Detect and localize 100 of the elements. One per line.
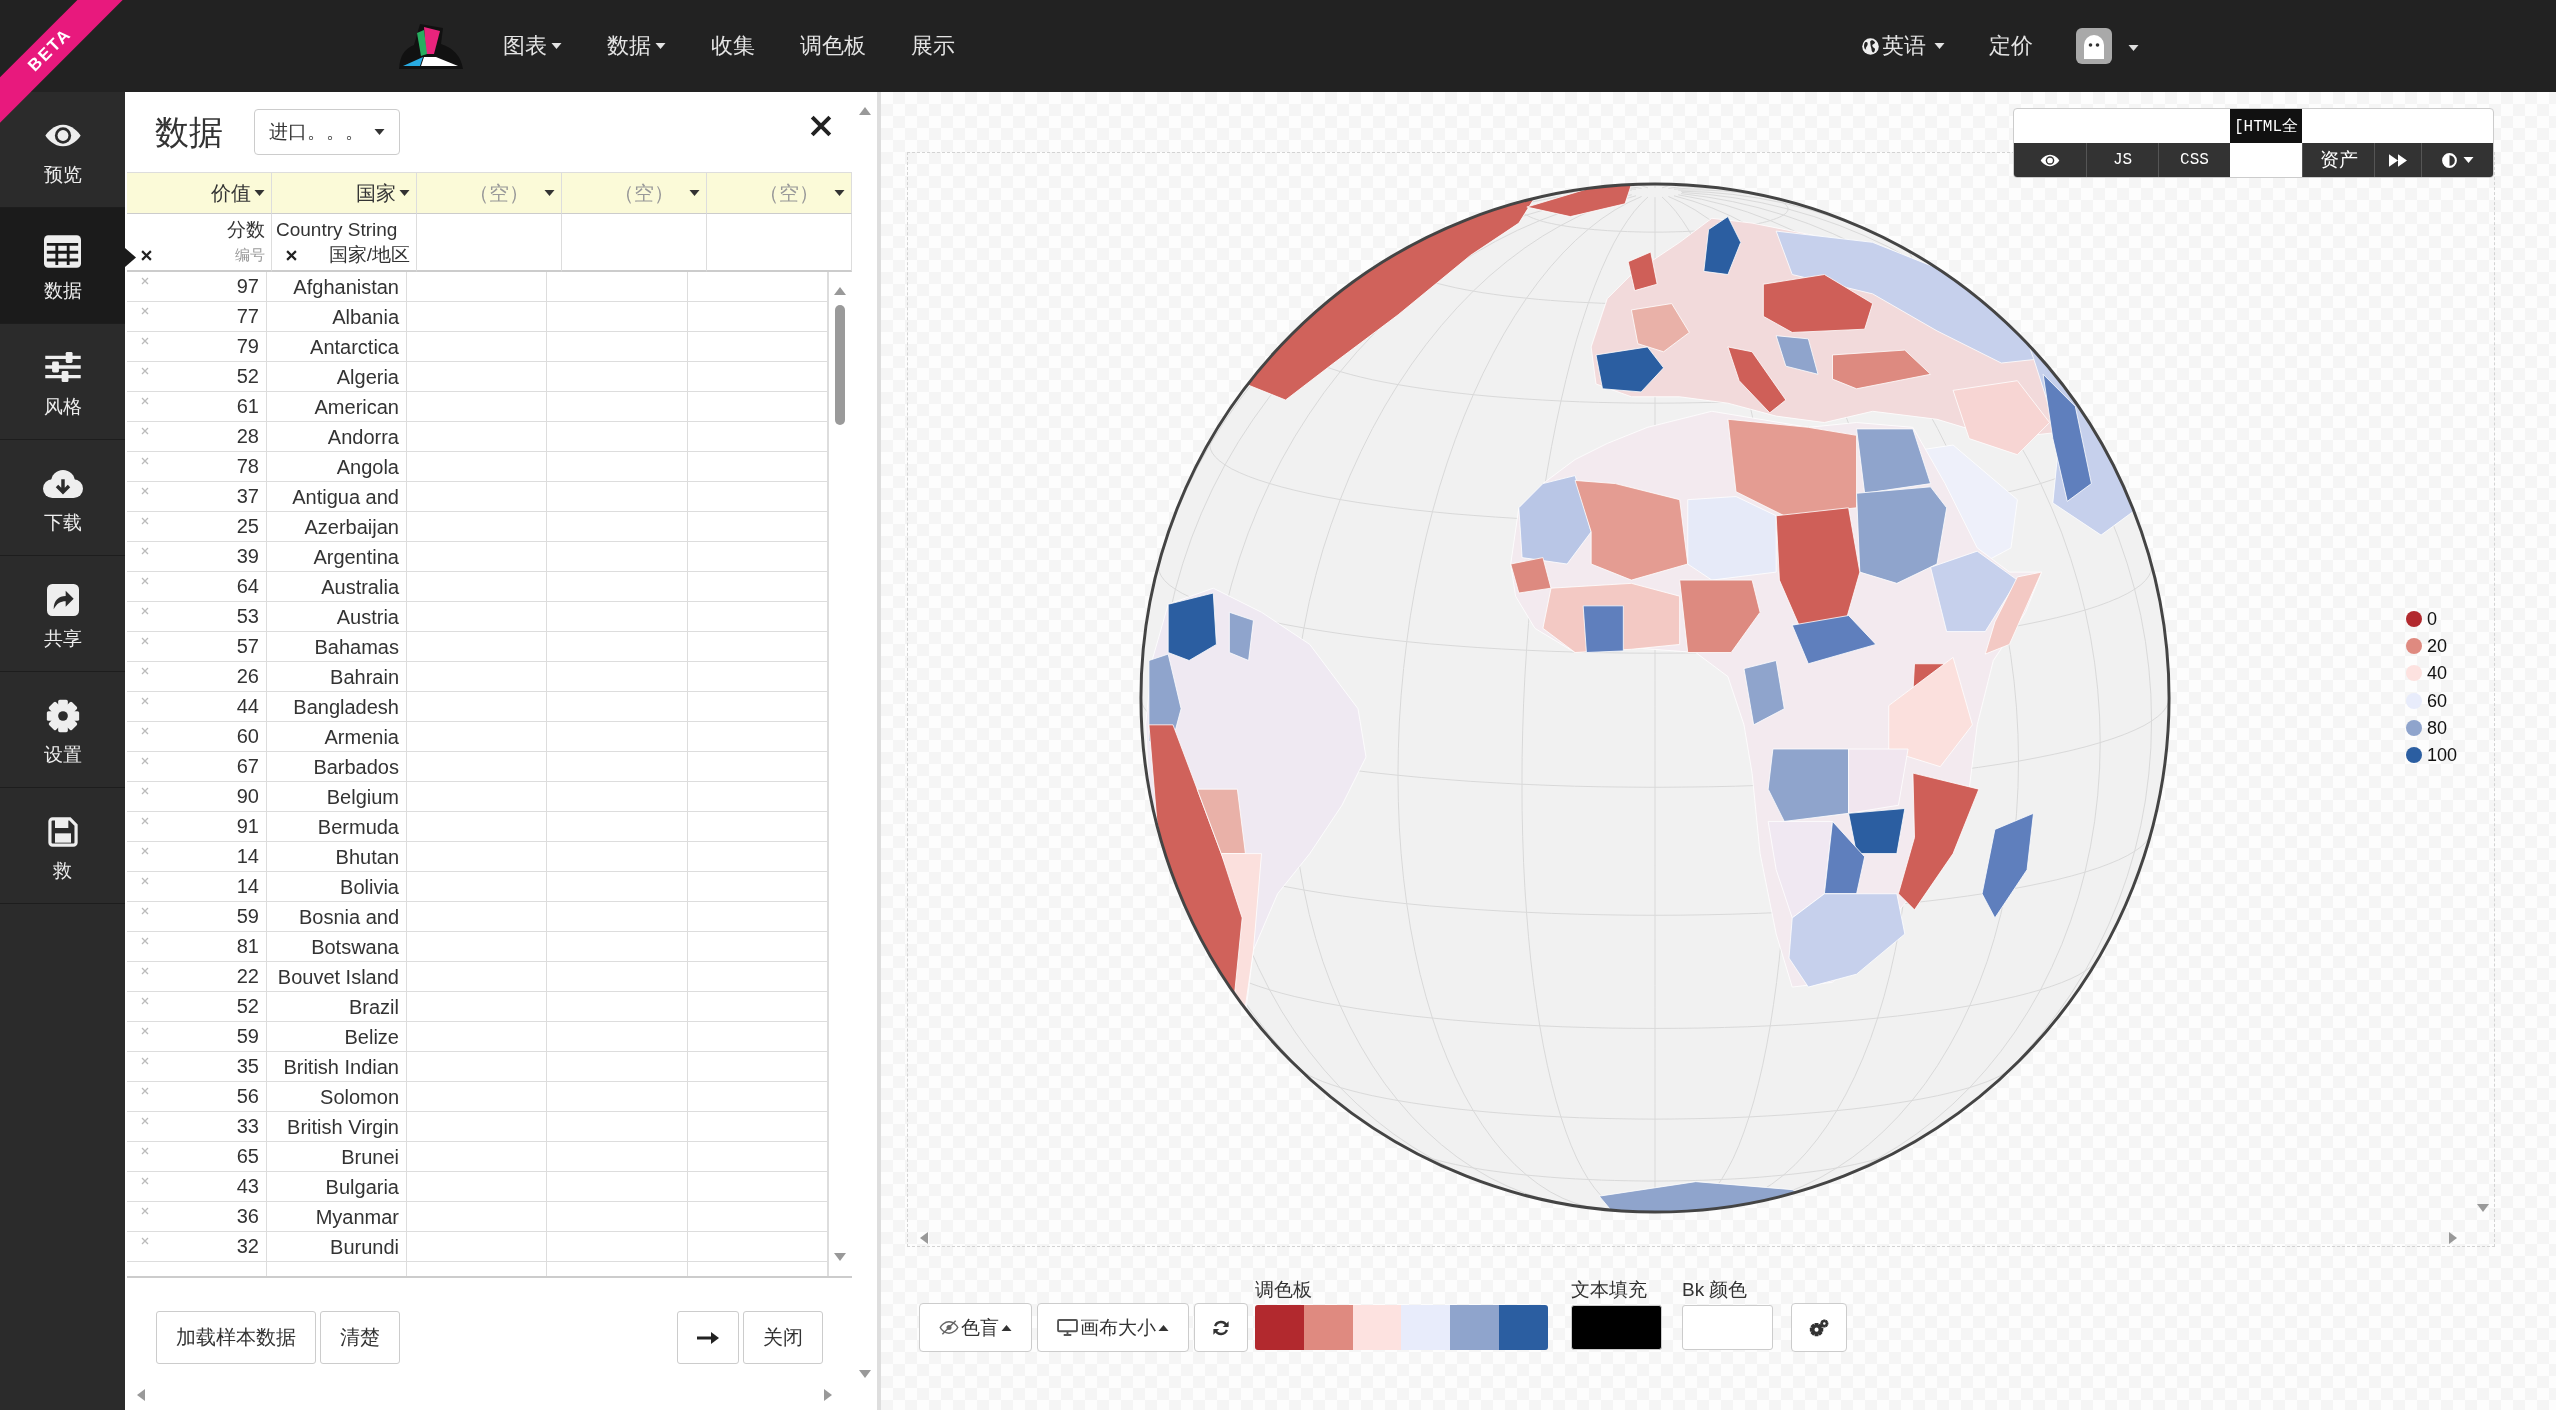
delete-row-icon[interactable] xyxy=(141,457,149,465)
delete-row-icon[interactable] xyxy=(141,607,149,615)
legend-label: 80 xyxy=(2427,717,2448,738)
delete-row-icon[interactable] xyxy=(141,727,149,735)
language-menu[interactable]: 英语 xyxy=(1862,31,1945,61)
delete-row-icon[interactable] xyxy=(141,967,149,975)
nav-menu-item[interactable]: 数据 xyxy=(607,31,666,61)
delete-row-icon[interactable] xyxy=(141,697,149,705)
cogs-icon xyxy=(1809,1318,1829,1337)
toolbar-button[interactable]: JS xyxy=(2086,143,2158,177)
toolbar-button[interactable] xyxy=(2374,143,2421,177)
table-cell-text: 77 xyxy=(235,304,260,329)
toolbar-button[interactable] xyxy=(2014,143,2086,177)
table-cell: Belize xyxy=(267,1022,407,1051)
delete-row-icon[interactable] xyxy=(141,1177,149,1185)
delete-row-icon[interactable] xyxy=(141,307,149,315)
scroll-up-icon[interactable] xyxy=(858,107,871,115)
delete-row-icon[interactable] xyxy=(141,1087,149,1095)
table-cell: Bolivia xyxy=(267,872,407,901)
nav-menu-item[interactable]: 图表 xyxy=(503,31,562,61)
scrollbar-thumb[interactable] xyxy=(835,305,845,425)
delete-row-icon[interactable] xyxy=(141,337,149,345)
scroll-down-icon[interactable] xyxy=(834,1253,846,1261)
table-cell-text: 28 xyxy=(235,424,260,449)
caret-icon xyxy=(1158,1324,1169,1331)
table-cell-text: 33 xyxy=(235,1114,260,1139)
delete-row-icon[interactable] xyxy=(141,547,149,555)
table-cell-text: 79 xyxy=(235,334,260,359)
delete-row-icon[interactable] xyxy=(141,577,149,585)
palette-swatch-icon[interactable] xyxy=(1352,1305,1402,1350)
caret-icon xyxy=(834,190,845,196)
nav-menu-item[interactable]: 收集 xyxy=(711,31,755,61)
colorblind-button[interactable]: 色盲 xyxy=(919,1303,1032,1352)
delete-row-icon[interactable] xyxy=(141,667,149,675)
refresh-button[interactable] xyxy=(1194,1303,1248,1352)
delete-row-icon[interactable] xyxy=(141,277,149,285)
nav-menu-item[interactable]: 展示 xyxy=(911,31,955,61)
table-cell: Barbados xyxy=(267,752,407,781)
column-type: Country String xyxy=(276,218,398,242)
arrow-button[interactable] xyxy=(677,1311,739,1364)
scroll-left-icon[interactable] xyxy=(920,1232,928,1244)
table-cell-text: 64 xyxy=(235,574,260,599)
nav-menu-item[interactable]: 调色板 xyxy=(800,31,866,61)
table-cell: Bosnia and xyxy=(267,902,407,931)
delete-row-icon[interactable] xyxy=(141,397,149,405)
table-cell: British Indian xyxy=(267,1052,407,1081)
delete-row-icon[interactable] xyxy=(141,877,149,885)
advanced-settings-button[interactable] xyxy=(1791,1303,1847,1352)
toolbar-button[interactable] xyxy=(2421,143,2493,177)
scroll-up-icon[interactable] xyxy=(834,287,846,295)
delete-row-icon[interactable] xyxy=(141,907,149,915)
table-cell: Antigua and xyxy=(267,482,407,511)
delete-row-icon[interactable] xyxy=(141,1117,149,1125)
scroll-right-icon[interactable] xyxy=(2449,1232,2457,1244)
palette-swatch-icon[interactable] xyxy=(1499,1305,1548,1350)
palette-swatch-icon[interactable] xyxy=(1303,1305,1353,1350)
toolbar-button[interactable]: 资产 xyxy=(2302,143,2374,177)
table-cell: Andorra xyxy=(267,422,407,451)
column-header[interactable]: 国家 xyxy=(272,172,417,214)
scroll-down-icon[interactable] xyxy=(858,1370,871,1378)
remove-column-icon[interactable] xyxy=(286,249,297,261)
delete-row-icon[interactable] xyxy=(141,1237,149,1245)
palette-swatch-icon[interactable] xyxy=(1401,1305,1451,1350)
scroll-right-icon[interactable] xyxy=(824,1389,832,1401)
delete-row-icon[interactable] xyxy=(141,367,149,375)
delete-row-icon[interactable] xyxy=(141,487,149,495)
delete-row-icon[interactable] xyxy=(141,1147,149,1155)
panel-button[interactable]: 加载样本数据 xyxy=(156,1311,316,1364)
delete-row-icon[interactable] xyxy=(141,787,149,795)
scroll-down-icon[interactable] xyxy=(2477,1204,2489,1212)
column-format: 国家/地区 xyxy=(328,243,410,267)
panel-button[interactable]: 清楚 xyxy=(320,1311,400,1364)
import-dropdown[interactable]: 进口。。。 xyxy=(254,109,400,155)
delete-row-icon[interactable] xyxy=(141,997,149,1005)
avatar-icon[interactable] xyxy=(2076,28,2112,64)
scroll-left-icon[interactable] xyxy=(137,1389,145,1401)
delete-row-icon[interactable] xyxy=(141,427,149,435)
table-cell-text: 59 xyxy=(235,904,260,929)
table-cell: Argentina xyxy=(267,542,407,571)
pricing-link[interactable]: 定价 xyxy=(1989,31,2033,61)
delete-row-icon[interactable] xyxy=(141,1027,149,1035)
text-fill-swatch-icon[interactable] xyxy=(1571,1305,1662,1350)
delete-row-icon[interactable] xyxy=(141,757,149,765)
delete-row-icon[interactable] xyxy=(141,637,149,645)
palette-swatch-icon[interactable] xyxy=(1255,1305,1304,1350)
column-header[interactable]: 价值 xyxy=(127,172,272,214)
delete-row-icon[interactable] xyxy=(141,517,149,525)
canvas-size-button[interactable]: 画布大小 xyxy=(1037,1303,1189,1352)
remove-column-icon[interactable] xyxy=(141,249,152,261)
caret-icon xyxy=(2462,157,2474,163)
delete-row-icon[interactable] xyxy=(141,847,149,855)
toolbar-button[interactable]: CSS xyxy=(2158,143,2230,177)
delete-row-icon[interactable] xyxy=(141,1207,149,1215)
close-icon[interactable] xyxy=(810,115,832,137)
palette-swatch-icon[interactable] xyxy=(1450,1305,1500,1350)
delete-row-icon[interactable] xyxy=(141,1057,149,1065)
close-button[interactable]: 关闭 xyxy=(743,1311,823,1364)
background-swatch-icon[interactable] xyxy=(1682,1305,1773,1350)
delete-row-icon[interactable] xyxy=(141,817,149,825)
delete-row-icon[interactable] xyxy=(141,937,149,945)
